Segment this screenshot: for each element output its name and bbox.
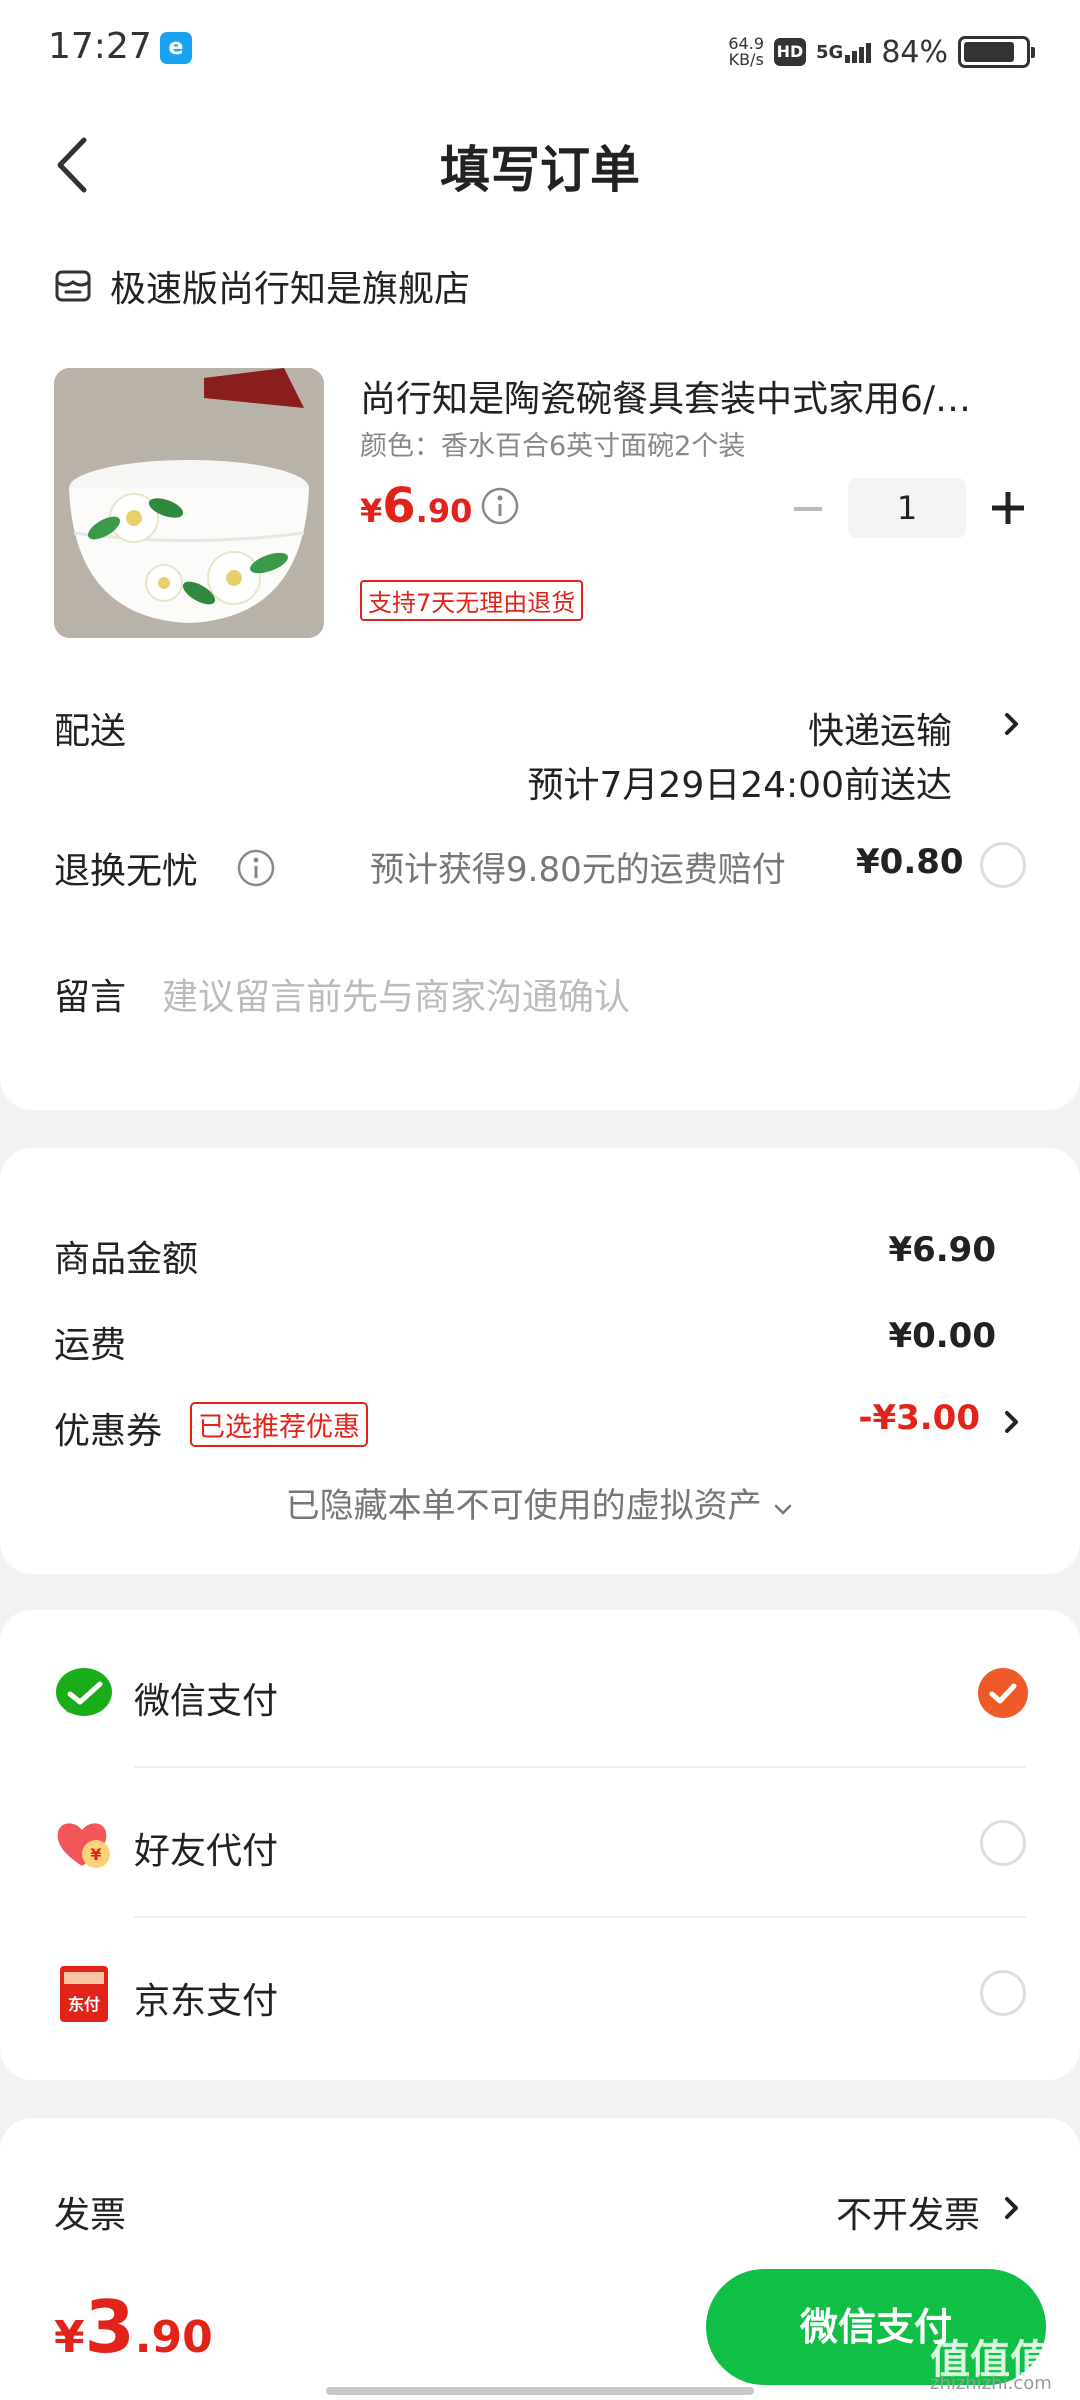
price-integer: 6 xyxy=(382,478,416,534)
bowl-illustration xyxy=(54,368,324,638)
nav-bar: 填写订单 xyxy=(0,100,1080,230)
message-input[interactable]: 建议留言前先与商家沟通确认 xyxy=(162,968,630,1020)
goods-amount-value: ¥6.90 xyxy=(888,1230,996,1270)
bottom-bar: ¥3.90 微信支付 值值值 zhizhizhi.com xyxy=(0,2255,1080,2400)
delivery-label: 配送 xyxy=(54,711,127,752)
jd-pay-label: 京东支付 xyxy=(134,1981,279,2022)
jd-pay-badge: 东付 xyxy=(68,1995,100,2014)
product-price: ¥6.90 xyxy=(360,478,472,534)
friend-pay-radio[interactable] xyxy=(980,1820,1026,1866)
hd-icon: HD xyxy=(774,38,806,66)
increase-quantity-button[interactable] xyxy=(986,486,1030,530)
delivery-method[interactable]: 快递运输 xyxy=(808,702,952,754)
total-price-decimal: .90 xyxy=(134,2312,213,2363)
divider xyxy=(134,1766,1026,1768)
invoice-label: 发票 xyxy=(54,2195,127,2236)
worry-free-price: ¥0.80 xyxy=(856,842,964,882)
check-icon xyxy=(989,1683,1017,1704)
decrease-quantity-button[interactable] xyxy=(788,494,828,524)
network-speed-unit: KB/s xyxy=(728,50,764,69)
price-decimal: .90 xyxy=(415,492,473,530)
signal-type: 5G xyxy=(816,41,844,63)
battery-icon xyxy=(958,36,1035,68)
price-info-icon[interactable] xyxy=(480,486,520,526)
hidden-assets-toggle[interactable]: 已隐藏本单不可使用的虚拟资产 xyxy=(0,1478,1080,1527)
network-speed: 64.9 KB/s xyxy=(728,36,764,68)
divider xyxy=(134,1916,1026,1918)
shipping-value: ¥0.00 xyxy=(888,1316,996,1356)
chevron-down-icon xyxy=(775,1504,792,1515)
goods-amount-label: 商品金额 xyxy=(54,1239,199,1280)
home-indicator[interactable] xyxy=(326,2387,754,2395)
delivery-chevron-right-icon[interactable] xyxy=(1000,706,1024,742)
worry-free-radio[interactable] xyxy=(980,842,1026,888)
watermark-url: zhizhizhi.com xyxy=(930,2373,1052,2394)
page-title: 填写订单 xyxy=(440,141,640,199)
wechat-pay-label: 微信支付 xyxy=(134,1681,279,1722)
status-bar: 17:27 e 64.9 KB/s HD 5G 84% xyxy=(0,0,1080,100)
friend-pay-label: 好友代付 xyxy=(134,1831,279,1872)
price-symbol: ¥ xyxy=(360,492,383,530)
invoice-chevron-right-icon[interactable] xyxy=(1000,2190,1024,2226)
friend-pay-heart-icon: ¥ xyxy=(57,1823,110,1868)
total-price: ¥3.90 xyxy=(54,2285,213,2369)
coupon-badge: 已选推荐优惠 xyxy=(190,1402,368,1447)
worry-free-info-icon[interactable] xyxy=(236,848,276,888)
product-image[interactable] xyxy=(54,368,324,638)
jd-pay-icon: 东付 xyxy=(60,1966,108,2022)
total-price-integer: 3 xyxy=(84,2285,135,2369)
friend-pay-badge: ¥ xyxy=(90,1845,101,1864)
wechat-pay-radio-checked[interactable] xyxy=(978,1668,1028,1718)
battery-percent: 84% xyxy=(881,34,948,70)
quantity-value[interactable]: 1 xyxy=(848,478,966,538)
order-card: 极速版尚行知是旗舰店 尚行知是陶瓷碗餐具套装中式家用6/… 颜色：香水百合6英寸… xyxy=(0,230,1080,1110)
jd-pay-radio[interactable] xyxy=(980,1970,1026,2016)
product-spec[interactable]: 颜色：香水百合6英寸面碗2个装 xyxy=(360,424,745,463)
message-label: 留言 xyxy=(54,977,127,1018)
signal-icon: 5G xyxy=(816,41,872,63)
shop-name: 极速版尚行知是旗舰店 xyxy=(110,269,471,310)
return-policy-badge: 支持7天无理由退货 xyxy=(360,580,584,621)
coupon-value[interactable]: -¥3.00 xyxy=(858,1398,980,1438)
worry-free-desc: 预计获得9.80元的运费赔付 xyxy=(370,850,786,890)
shop-icon xyxy=(55,270,91,302)
hidden-assets-text: 已隐藏本单不可使用的虚拟资产 xyxy=(285,1486,762,1526)
coupon-chevron-right-icon[interactable] xyxy=(1000,1404,1024,1440)
total-price-symbol: ¥ xyxy=(54,2312,85,2363)
wechat-pay-icon xyxy=(56,1668,112,1716)
status-time: 17:27 xyxy=(48,26,152,67)
coupon-label: 优惠券 xyxy=(54,1411,163,1452)
shipping-label: 运费 xyxy=(54,1325,127,1366)
battery-level xyxy=(964,42,1015,62)
status-icons: 64.9 KB/s HD 5G 84% xyxy=(728,30,1035,74)
shop-row[interactable]: 极速版尚行知是旗舰店 xyxy=(54,260,470,312)
invoice-value[interactable]: 不开发票 xyxy=(836,2186,980,2238)
product-title[interactable]: 尚行知是陶瓷碗餐具套装中式家用6/… xyxy=(360,370,1030,422)
app-notification-icon: e xyxy=(160,32,192,64)
payment-card: 微信支付 ¥ 好友代付 东付 京东支付 xyxy=(0,1610,1080,2080)
delivery-eta: 预计7月29日24:00前送达 xyxy=(527,765,952,806)
worry-free-label: 退换无忧 xyxy=(54,851,199,892)
